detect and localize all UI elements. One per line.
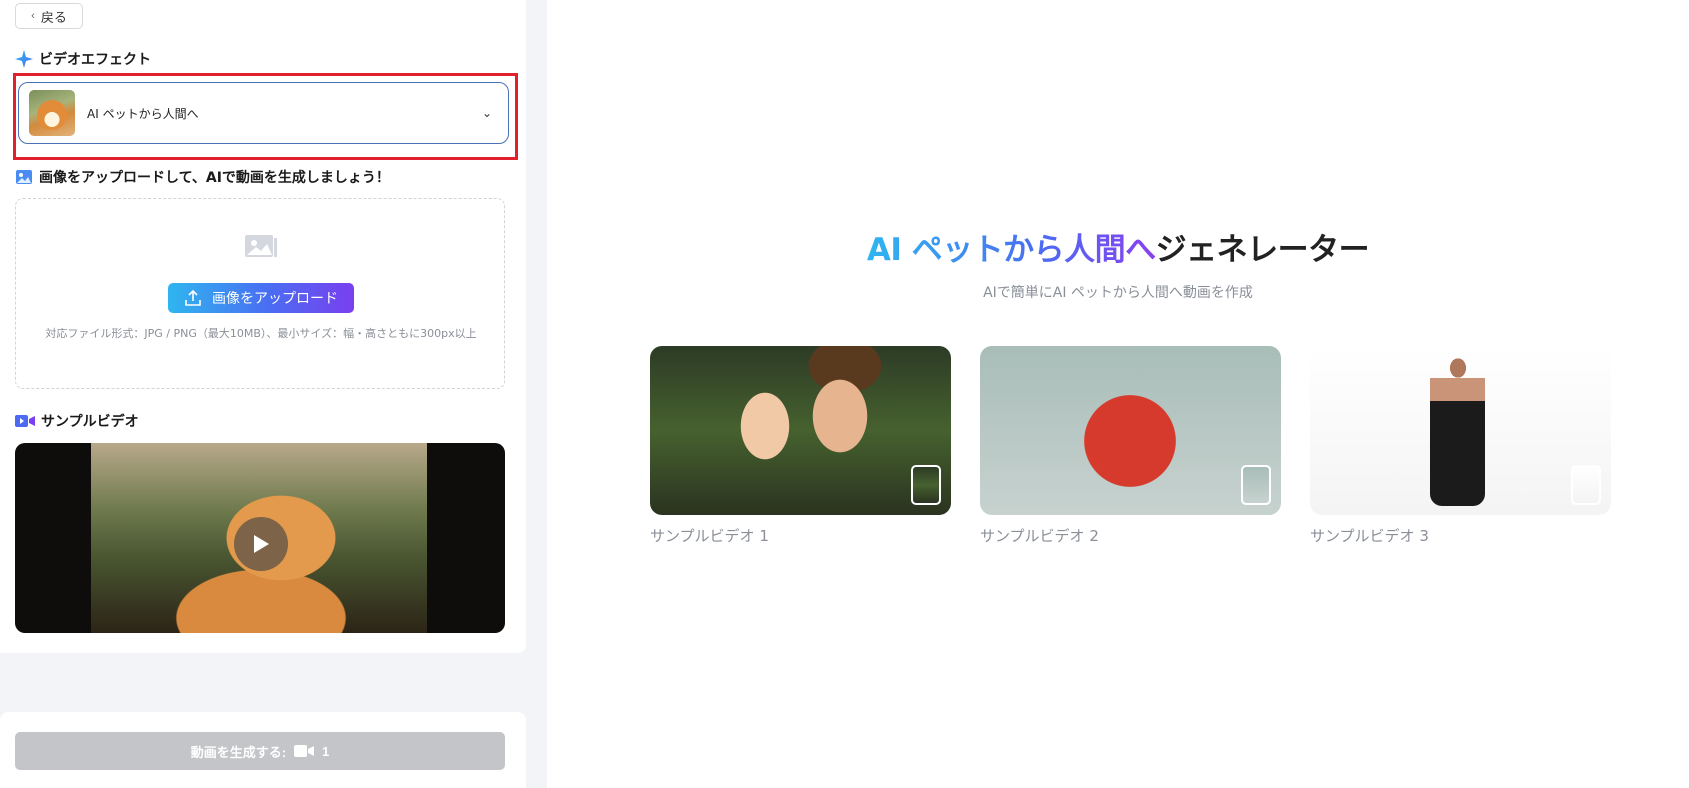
generate-video-button[interactable]: 動画を生成する: 1 [15, 732, 505, 770]
generate-cost: 1 [322, 743, 330, 759]
sample-section-heading: サンプルビデオ [15, 411, 139, 431]
title-rest: ジェネレーター [1155, 232, 1370, 268]
upload-section-title: 画像をアップロードして、AIで動画を生成しましょう！ [39, 170, 390, 186]
chevron-down-icon: ⌄ [481, 106, 492, 120]
sample-thumbnail[interactable] [980, 346, 1281, 515]
effect-section-heading: ビデオエフェクト [15, 49, 151, 69]
highlight-box: AI ペットから人間へ ⌄ [13, 73, 518, 160]
source-image-thumb [1241, 465, 1271, 505]
sample-thumbnail[interactable] [1310, 346, 1611, 515]
sample-caption: サンプルビデオ 3 [1310, 527, 1429, 545]
sample-card-1[interactable]: サンプルビデオ 1 [650, 346, 951, 546]
play-icon[interactable] [234, 517, 288, 571]
generate-panel: 動画を生成する: 1 [0, 712, 526, 788]
sample-caption: サンプルビデオ 2 [980, 527, 1099, 545]
upload-button-label: 画像をアップロード [212, 290, 338, 306]
sample-caption: サンプルビデオ 1 [650, 527, 769, 545]
sample-thumbnail[interactable] [650, 346, 951, 515]
page-title: AI ペットから人間へジェネレーター [547, 224, 1689, 269]
chevron-left-icon: ‹ [31, 10, 35, 22]
back-button[interactable]: ‹ 戻る [15, 3, 83, 29]
dancer-figure [1430, 356, 1485, 506]
back-label: 戻る [40, 9, 67, 25]
page-subtitle: AIで簡単にAI ペットから人間へ動画を作成 [983, 285, 1253, 301]
sample-card-3[interactable]: サンプルビデオ 3 [1310, 346, 1611, 546]
sparkle-icon [15, 50, 33, 68]
effect-dropdown[interactable]: AI ペットから人間へ ⌄ [18, 82, 509, 144]
upload-dropzone[interactable]: 画像をアップロード 対応ファイル形式：JPG / PNG（最大10MB）、最小サ… [15, 198, 505, 389]
effect-selected-label: AI ペットから人間へ [87, 106, 199, 121]
video-camera-icon [15, 415, 35, 427]
generate-button-label: 動画を生成する: [190, 744, 287, 760]
settings-panel: ‹ 戻る ビデオエフェクト AI ペットから人間へ ⌄ 画像をアップロードして、… [0, 0, 526, 653]
main-content: AI ペットから人間へジェネレーター AIで簡単にAI ペットから人間へ動画を作… [547, 0, 1689, 788]
video-camera-icon [294, 745, 315, 757]
sample-section-title: サンプルビデオ [41, 414, 139, 430]
upload-hint: 対応ファイル形式：JPG / PNG（最大10MB）、最小サイズ：幅・高さともに… [45, 327, 477, 340]
source-image-thumb [1571, 465, 1601, 505]
upload-section-heading: 画像をアップロードして、AIで動画を生成しましょう！ [15, 167, 390, 187]
source-image-thumb [911, 465, 941, 505]
sample-video-player[interactable] [15, 443, 505, 633]
effect-section-title: ビデオエフェクト [39, 52, 151, 68]
effect-thumbnail [29, 90, 75, 136]
sample-card-2[interactable]: サンプルビデオ 2 [980, 346, 1281, 546]
title-highlight: AI ペットから人間へ [866, 232, 1156, 268]
upload-icon [185, 289, 201, 306]
image-placeholder-icon [245, 235, 277, 257]
upload-image-button[interactable]: 画像をアップロード [168, 283, 354, 313]
image-icon [16, 170, 32, 184]
